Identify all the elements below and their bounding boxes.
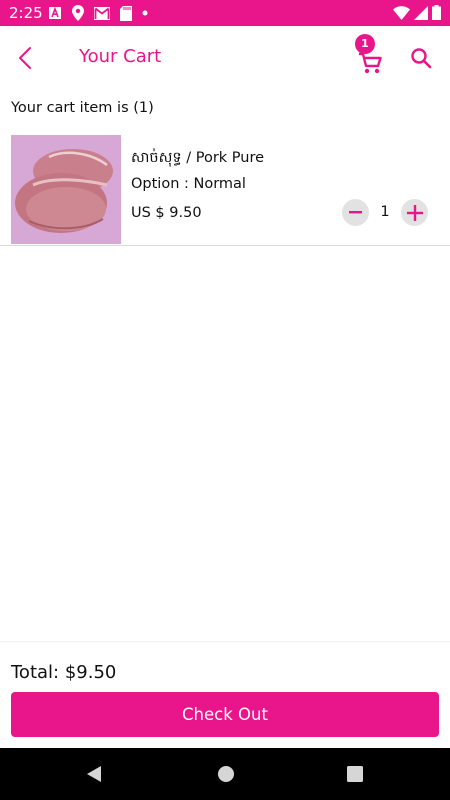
wifi-icon [393, 5, 410, 20]
cart-count-badge: 1 [355, 34, 375, 54]
search-button[interactable] [405, 42, 437, 74]
nav-home-icon[interactable] [216, 764, 236, 784]
checkout-panel: Total: $9.50 Check Out [0, 641, 450, 748]
nav-recents-icon[interactable] [345, 764, 365, 784]
cell-signal-icon [414, 5, 428, 20]
font-notification-icon [49, 6, 61, 19]
battery-icon [432, 5, 441, 20]
system-navigation-bar [0, 748, 450, 800]
cart-item: សាច់សុទ្ធ / Pork Pure Option : Normal US… [0, 130, 450, 246]
back-button[interactable] [8, 40, 42, 76]
plus-icon [406, 204, 423, 221]
app-bar: Your Cart 1 [0, 26, 450, 90]
order-total: Total: $9.50 [11, 662, 117, 683]
minus-icon [349, 211, 362, 214]
status-time: 2:25 [9, 4, 43, 22]
pork-meat-image [11, 135, 121, 244]
product-price: US $ 9.50 [131, 205, 202, 221]
notification-icons [48, 5, 158, 21]
dot-icon [142, 10, 148, 16]
search-icon [411, 48, 432, 69]
decrease-quantity-button[interactable] [342, 199, 369, 226]
chevron-left-icon [19, 47, 31, 69]
checkout-button[interactable]: Check Out [11, 692, 439, 737]
nav-back-icon[interactable] [85, 764, 105, 784]
shopping-cart-icon [359, 52, 382, 74]
sd-card-icon [120, 5, 132, 21]
increase-quantity-button[interactable] [401, 199, 428, 226]
gmail-icon [94, 6, 110, 20]
cart-summary: Your cart item is (1) [11, 100, 154, 116]
quantity-value: 1 [380, 204, 390, 220]
cart-button[interactable]: 1 [354, 34, 390, 80]
product-image [11, 135, 121, 244]
system-icons [389, 5, 441, 20]
product-name: សាច់សុទ្ធ / Pork Pure [131, 150, 265, 166]
product-option: Option : Normal [131, 176, 246, 192]
location-icon [72, 5, 84, 21]
page-title: Your Cart [79, 46, 162, 67]
status-bar: 2:25 [0, 0, 450, 26]
